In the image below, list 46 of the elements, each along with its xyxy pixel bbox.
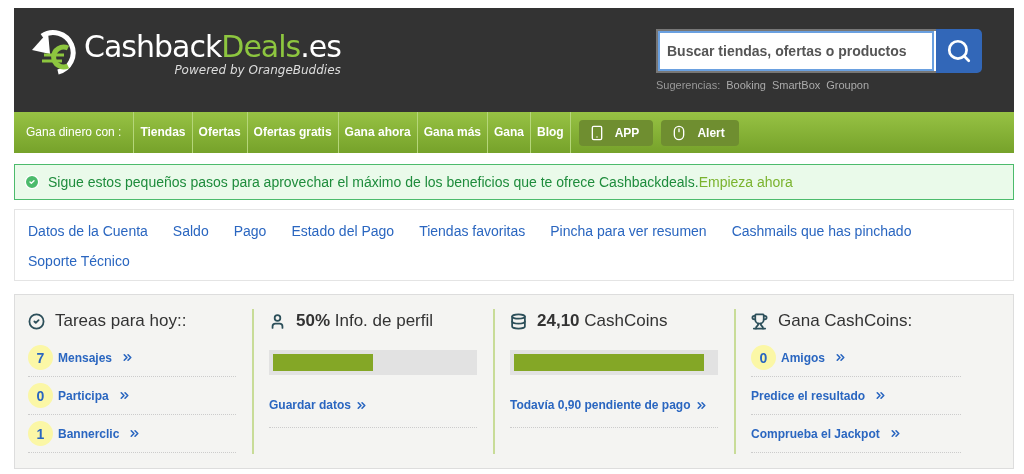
suggestion-link[interactable]: SmartBox — [772, 79, 821, 91]
search-icon — [946, 38, 972, 64]
task-link[interactable]: Amigos — [781, 350, 825, 365]
suggestions-label: Sugerencias: — [656, 79, 721, 91]
user-icon — [269, 312, 286, 330]
section-title: 50% Info. de perfil — [296, 311, 434, 331]
task-link[interactable]: Bannerclic — [58, 426, 120, 441]
chevrons-right-icon — [121, 351, 135, 364]
alert-message: Sigue estos pequeños pasos para aprovechar el máximo de los beneficios que te ofrece Cashbackdeals.Empieza ahora — [48, 174, 793, 190]
count-badge: 7 — [28, 345, 53, 370]
chevrons-right-icon — [834, 351, 847, 364]
account-link[interactable]: Pago — [233, 216, 267, 246]
count-badge: 0 — [28, 383, 53, 408]
task-link[interactable]: Mensajes — [58, 350, 113, 365]
search-button[interactable] — [936, 29, 982, 73]
account-link[interactable]: Estado del Pago — [291, 216, 395, 246]
alert-button[interactable]: Alert — [661, 119, 739, 146]
search-field[interactable]: Buscar tiendas, ofertas o productos — [656, 29, 936, 73]
suggestion-link[interactable]: Booking — [726, 79, 766, 91]
task-link[interactable]: Participa — [58, 388, 109, 403]
account-link[interactable]: Soporte Técnico — [28, 246, 130, 276]
coins-stack-icon — [510, 312, 527, 330]
logo-tagline: Powered by OrangeBuddies — [174, 63, 341, 77]
account-link[interactable]: Saldo — [172, 216, 209, 246]
account-link[interactable]: Cashmails que has pinchado — [731, 216, 912, 246]
count-badge: 1 — [28, 421, 53, 446]
section-title: Gana CashCoins: — [778, 311, 913, 331]
account-link[interactable]: Tiendas favoritas — [419, 216, 526, 246]
check-circle-icon — [28, 312, 45, 330]
task-link[interactable]: Predice el resultado — [751, 388, 866, 403]
chevrons-right-icon — [874, 389, 888, 402]
section-title: Tareas para hoy:: — [55, 311, 187, 331]
account-link[interactable]: Pincha para ver resumen — [550, 216, 707, 246]
section-title: 24,10 CashCoins — [537, 311, 668, 331]
trophy-icon — [751, 312, 768, 330]
app-button[interactable]: APP — [578, 119, 654, 146]
count-badge: 0 — [751, 345, 776, 370]
logo-text: CashbackDeals.es — [84, 29, 341, 64]
suggestion-link[interactable]: Groupon — [826, 79, 870, 91]
chevrons-right-icon — [128, 427, 142, 440]
account-link[interactable]: Datos de la Cuenta — [28, 216, 148, 246]
task-link[interactable]: Comprueba el Jackpot — [751, 426, 880, 441]
panel-link[interactable]: Guardar datos — [269, 398, 352, 412]
panel-link[interactable]: Todavía 0,90 pendiente de pago — [510, 398, 691, 412]
check-circle-icon — [24, 174, 40, 190]
nav-label: Gana dinero con : — [14, 112, 135, 153]
